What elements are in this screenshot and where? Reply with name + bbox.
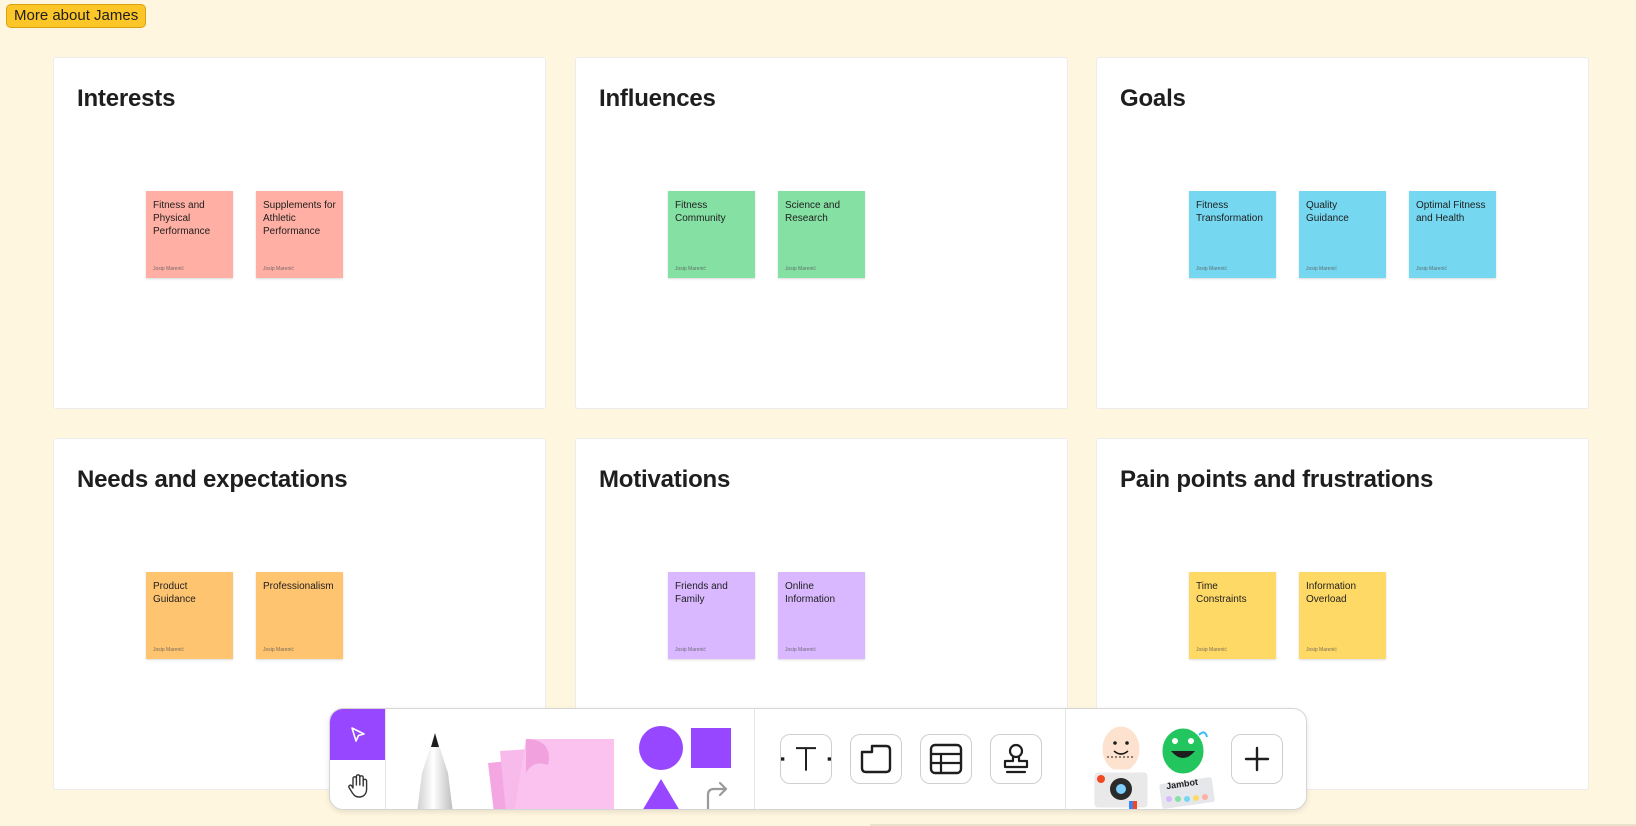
section-icon (860, 744, 892, 774)
panel-goals: Goals Fitness Transformation Josip Maren… (1096, 57, 1589, 409)
sticky-note[interactable]: Online Information Josip Marenić (778, 572, 865, 659)
sticky-author: Josip Marenić (1196, 647, 1227, 653)
section-label[interactable]: More about James (6, 4, 147, 28)
panel-title: Goals (1120, 85, 1186, 112)
sticky-note[interactable]: Supplements for Athletic Performance Jos… (256, 191, 343, 278)
sticky-text: Fitness Transformation (1196, 200, 1263, 224)
sticky-author: Josip Marenić (675, 266, 706, 272)
sticky-author: Josip Marenić (263, 266, 294, 272)
sticky-note[interactable]: Fitness Community Josip Marenić (668, 191, 755, 278)
sticky-note[interactable]: Friends and Family Josip Marenić (668, 572, 755, 659)
sticky-author: Josip Marenić (153, 266, 184, 272)
sticky-text: Science and Research (785, 200, 841, 224)
panel-title: Needs and expectations (77, 466, 348, 493)
sticky-note-tool[interactable] (486, 729, 618, 810)
sticky-note[interactable]: Fitness Transformation Josip Marenić (1189, 191, 1276, 278)
sticky-text: Supplements for Athletic Performance (263, 200, 336, 237)
hand-tool[interactable] (330, 760, 385, 809)
cursor-icon (350, 726, 365, 742)
toolbar-divider (754, 709, 755, 809)
plus-icon (1244, 746, 1270, 772)
stamp-tool[interactable] (990, 734, 1042, 784)
sticky-text: Quality Guidance (1306, 200, 1349, 224)
sticky-author: Josip Marenić (263, 647, 294, 653)
pencil-tool[interactable] (406, 727, 464, 810)
sticky-note[interactable]: Information Overload Josip Marenić (1299, 572, 1386, 659)
shapes-tool[interactable] (638, 725, 734, 810)
sticky-text: Product Guidance (153, 581, 196, 605)
sticky-author: Josip Marenić (785, 647, 816, 653)
sticky-author: Josip Marenić (1416, 266, 1447, 272)
panel-title: Motivations (599, 466, 731, 493)
sticky-text: Fitness and Physical Performance (153, 200, 211, 237)
sticky-text: Optimal Fitness and Health (1416, 200, 1486, 224)
sticky-text: Professionalism (263, 581, 334, 592)
sticky-author: Josip Marenić (1306, 647, 1337, 653)
sticky-author: Josip Marenić (1306, 266, 1337, 272)
sticky-author: Josip Marenić (785, 266, 816, 272)
section-tool[interactable] (850, 734, 902, 784)
toolbar-divider (1065, 709, 1066, 809)
add-more-button[interactable] (1231, 734, 1283, 784)
sticky-note[interactable]: Professionalism Josip Marenić (256, 572, 343, 659)
sticky-note[interactable]: Product Guidance Josip Marenić (146, 572, 233, 659)
bottom-toolbar: Jambot (329, 708, 1307, 810)
sticky-note[interactable]: Optimal Fitness and Health Josip Marenić (1409, 191, 1496, 278)
sticky-text: Time Constraints (1196, 581, 1247, 605)
sticky-text: Fitness Community (675, 200, 726, 224)
sticky-note[interactable]: Fitness and Physical Performance Josip M… (146, 191, 233, 278)
text-tool[interactable] (780, 734, 832, 784)
sticky-author: Josip Marenić (1196, 266, 1227, 272)
panel-title: Influences (599, 85, 716, 112)
sticky-author: Josip Marenić (675, 647, 706, 653)
stamp-icon (1003, 743, 1029, 774)
sticky-text: Information Overload (1306, 581, 1357, 605)
panel-interests: Interests Fitness and Physical Performan… (53, 57, 546, 409)
widgets-sticker[interactable] (1089, 721, 1221, 810)
table-tool[interactable] (920, 734, 972, 784)
text-icon (781, 747, 831, 771)
sticky-author: Josip Marenić (153, 647, 184, 653)
sticky-text: Friends and Family (675, 581, 728, 605)
panel-title: Interests (77, 85, 176, 112)
sticky-text: Online Information (785, 581, 836, 605)
table-icon (929, 743, 963, 775)
toolbar-divider (385, 709, 386, 809)
panel-title: Pain points and frustrations (1120, 466, 1434, 493)
sticky-note[interactable]: Science and Research Josip Marenić (778, 191, 865, 278)
sticky-note[interactable]: Time Constraints Josip Marenić (1189, 572, 1276, 659)
panel-influences: Influences Fitness Community Josip Maren… (575, 57, 1068, 409)
hand-icon (347, 773, 367, 798)
sticky-note[interactable]: Quality Guidance Josip Marenić (1299, 191, 1386, 278)
select-tool[interactable] (330, 709, 385, 760)
